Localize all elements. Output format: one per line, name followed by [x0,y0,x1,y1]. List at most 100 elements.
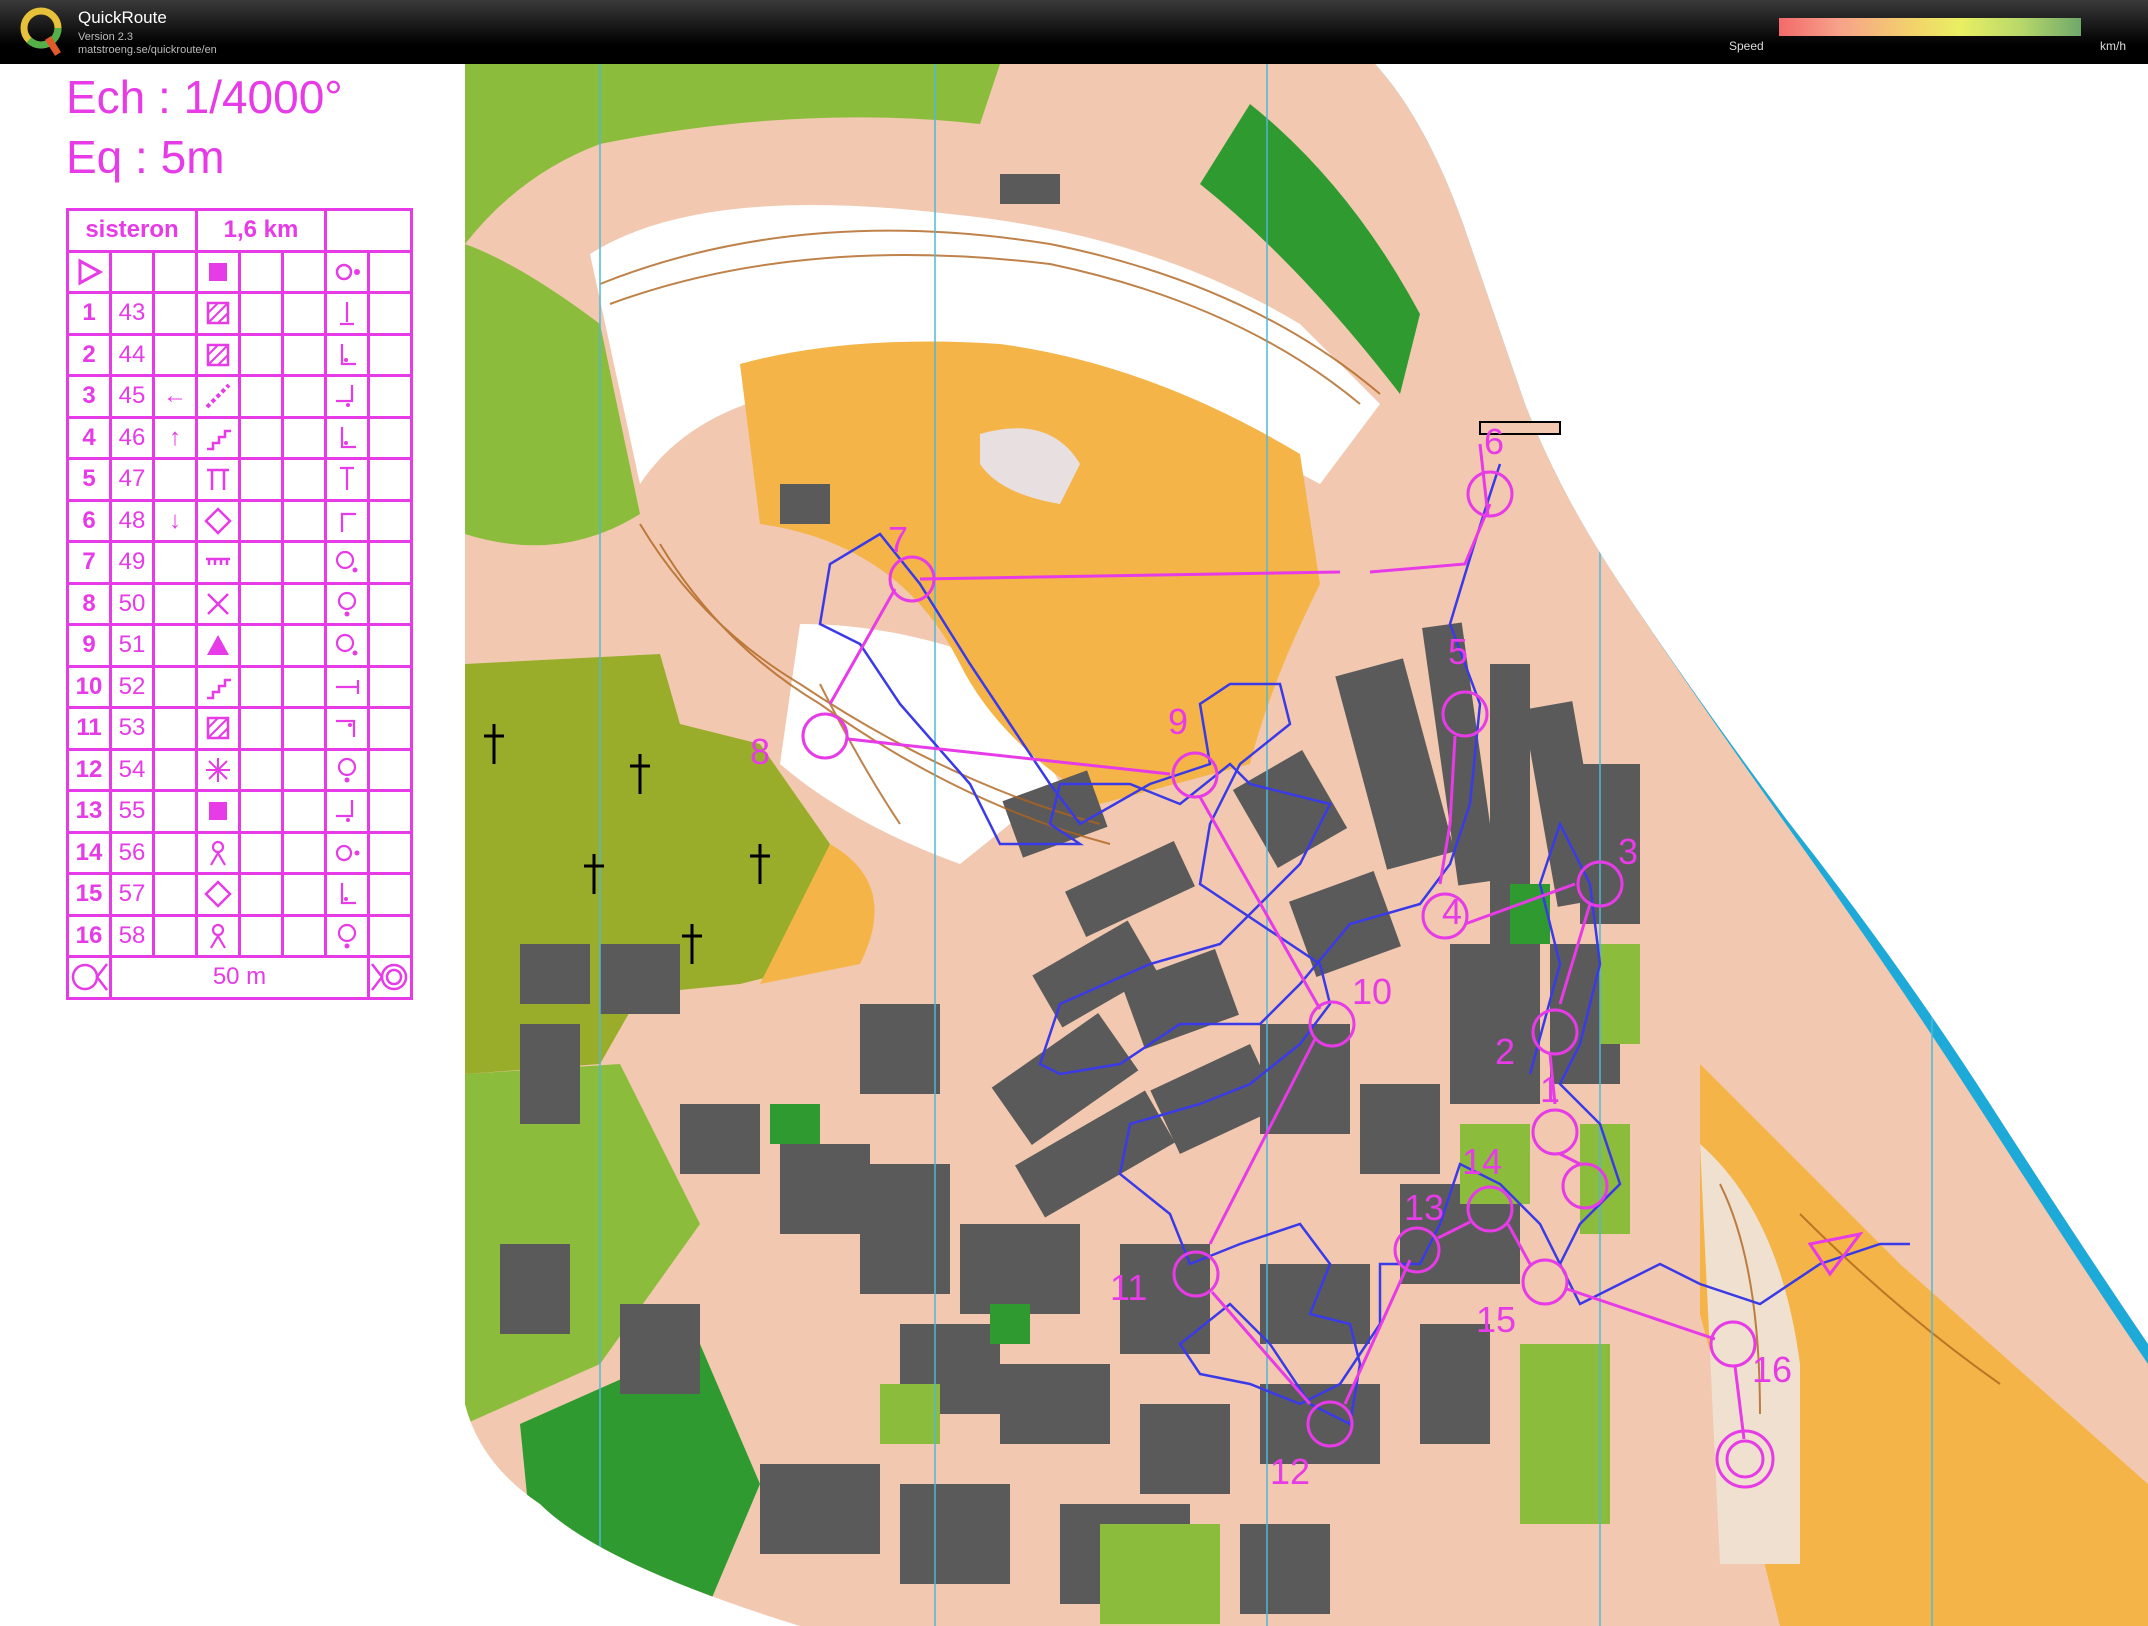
control-code: 45 [109,374,155,419]
app-name: QuickRoute [78,8,167,27]
control-row: 13 55 [66,789,413,834]
control-code: 55 [109,789,155,834]
control-code: 58 [109,913,155,958]
control-number: 16 [66,913,112,958]
control-label: 3 [1618,831,1638,872]
control-code: 53 [109,706,155,751]
finish-row: 50 m [66,955,413,1000]
control-label: 12 [1270,1451,1310,1492]
event-name: sisteron [66,208,198,253]
circle-se-icon [324,540,370,585]
stairs-icon [195,664,241,709]
control-code: 57 [109,872,155,917]
control-number: 5 [66,457,112,502]
course-length: 1,6 km [195,208,327,253]
control-code: 46 [109,415,155,460]
control-row: 3 45 ← [66,374,413,419]
direction-arrow [152,457,198,502]
control-row: 11 53 [66,706,413,751]
control-number: 1 [66,291,112,336]
finish-icon [367,955,413,1000]
control-label: 1 [1540,1069,1560,1110]
filled-square-icon [195,249,241,294]
control-number: 12 [66,747,112,792]
corner-right2-icon [324,706,370,751]
hatched-square-icon [195,706,241,751]
direction-arrow: ↓ [152,498,198,543]
map-scale: Ech : 1/4000° [66,71,343,123]
control-label: 2 [1495,1031,1515,1072]
control-label: 6 [1484,421,1504,462]
control-number: 15 [66,872,112,917]
control-number: 14 [66,830,112,875]
direction-arrow [152,913,198,958]
triangle-icon [195,623,241,668]
control-code: 54 [109,747,155,792]
control-number: 2 [66,332,112,377]
control-label: 11 [1110,1267,1147,1308]
control-code: 50 [109,581,155,626]
location-icon [324,249,370,294]
direction-arrow [152,540,198,585]
control-code: 44 [109,332,155,377]
person-icon [195,913,241,958]
direction-arrow [152,581,198,626]
control-number: 7 [66,540,112,585]
control-label: 13 [1404,1187,1444,1228]
finish-start-icon [66,955,112,1000]
corner-right-icon [324,789,370,834]
control-row: 1 43 [66,291,413,336]
corner-inside-icon [324,332,370,377]
control-number: 6 [66,498,112,543]
direction-arrow [152,747,198,792]
diamond-icon [195,872,241,917]
side-end-icon [324,664,370,709]
diamond-icon [195,498,241,543]
corner-inside-icon [324,415,370,460]
speed-label: Speed [1729,39,1764,53]
control-number: 4 [66,415,112,460]
direction-arrow [152,332,198,377]
direction-arrow [152,623,198,668]
direction-arrow [152,664,198,709]
app-url: matstroeng.se/quickroute/en [78,44,217,56]
hatched-square-icon [195,291,241,336]
start-triangle-icon [66,249,112,294]
direction-arrow: ← [152,374,198,419]
control-row: 9 51 [66,623,413,668]
control-number: 8 [66,581,112,626]
control-label: 4 [1442,891,1462,932]
star-grid-icon [195,747,241,792]
diagonal-steps-icon [195,374,241,419]
corner-outside-icon [324,498,370,543]
wall-end-icon [195,540,241,585]
control-label: 7 [888,519,908,560]
finish-distance: 50 m [109,955,370,1000]
control-code: 56 [109,830,155,875]
speed-unit: km/h [2100,39,2127,53]
control-row: 5 47 [66,457,413,502]
control-label: 5 [1448,631,1468,672]
foot-marker-icon [324,291,370,336]
control-code: 49 [109,540,155,585]
control-number: 11 [66,706,112,751]
control-label: 8 [750,731,770,772]
circle-s-icon [324,913,370,958]
control-number: 3 [66,374,112,419]
control-row: 16 58 [66,913,413,958]
circle-se-icon [324,623,370,668]
direction-arrow [152,291,198,336]
control-row: 8 50 [66,581,413,626]
speed-color-scale[interactable] [1779,18,2081,36]
control-code: 47 [109,457,155,502]
gate-icon [195,457,241,502]
control-row: 4 46 ↑ [66,415,413,460]
app-version: Version 2.3 [78,31,134,43]
header-row: sisteron 1,6 km [66,208,413,253]
contour-interval: Eq : 5m [66,131,225,183]
direction-arrow [152,830,198,875]
control-row: 10 52 [66,664,413,709]
start-row [66,249,413,294]
corner-inside-icon [324,872,370,917]
control-row: 15 57 [66,872,413,917]
